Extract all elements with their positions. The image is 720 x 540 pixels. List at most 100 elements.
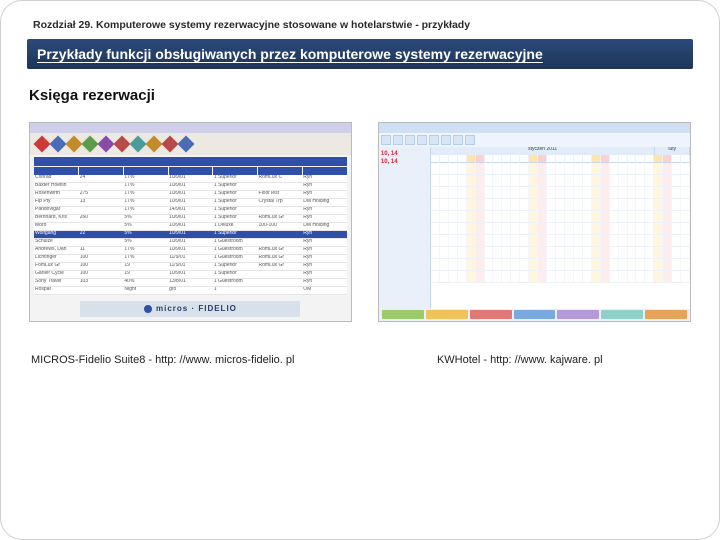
calendar-cell — [529, 271, 538, 282]
calendar-cell — [431, 187, 440, 198]
calendar-cell — [440, 235, 449, 246]
calendar-cell — [520, 271, 529, 282]
calendar-cell — [645, 259, 654, 270]
calendar-cell — [565, 163, 574, 174]
table-cell: 1 Guestroom — [213, 279, 258, 286]
calendar-cell — [547, 175, 556, 186]
calendar-cell — [592, 235, 601, 246]
calendar-row — [431, 199, 690, 211]
table-cell: 1 Superior — [213, 191, 258, 198]
kwhotel-window-titlebar — [379, 123, 690, 133]
calendar-cell — [583, 259, 592, 270]
calendar-row — [431, 175, 690, 187]
calendar-cell — [663, 235, 672, 246]
kwhotel-day-header — [431, 155, 690, 163]
calendar-cell — [663, 259, 672, 270]
calendar-cell — [449, 259, 458, 270]
table-cell: 1 Superior — [213, 215, 258, 222]
calendar-cell — [574, 211, 583, 222]
calendar-cell — [628, 223, 637, 234]
table-cell: 10/9/01 — [168, 239, 213, 246]
calendar-cell — [645, 247, 654, 258]
calendar-cell — [538, 163, 547, 174]
table-cell: 100-100 — [258, 223, 303, 230]
kwhotel-month-header: styczeń 2011 luty — [431, 147, 690, 155]
calendar-cell — [467, 235, 476, 246]
calendar-cell — [663, 223, 672, 234]
table-cell: DM Holding — [302, 199, 347, 206]
table-cell: 19 — [123, 271, 168, 278]
table-cell: 260 — [79, 215, 124, 222]
day-header-cell — [449, 155, 458, 163]
calendar-cell — [529, 259, 538, 270]
calendar-cell — [556, 247, 565, 258]
calendar-cell — [663, 163, 672, 174]
table-cell: gro — [168, 287, 213, 294]
calendar-cell — [610, 223, 619, 234]
table-row: Andrews, Dan1117%10/9/011 GuestroomRomLu… — [34, 247, 347, 255]
day-header-cell — [538, 155, 547, 163]
fidelio-logo-bar: micros · FIDELIO — [80, 301, 300, 317]
calendar-cell — [556, 211, 565, 222]
gem-icon — [178, 136, 195, 153]
calendar-cell — [592, 259, 601, 270]
table-cell: 1 Superior — [213, 183, 258, 190]
day-header-cell — [458, 155, 467, 163]
day-header-cell — [511, 155, 520, 163]
calendar-cell — [628, 259, 637, 270]
calendar-cell — [493, 187, 502, 198]
calendar-cell — [476, 223, 485, 234]
table-cell — [79, 223, 124, 230]
calendar-cell — [485, 247, 494, 258]
calendar-cell — [431, 223, 440, 234]
calendar-cell — [619, 247, 628, 258]
calendar-cell — [511, 259, 520, 270]
calendar-cell — [610, 175, 619, 186]
table-cell: Ryn — [302, 207, 347, 214]
calendar-cell — [645, 187, 654, 198]
table-cell: 5% — [123, 231, 168, 238]
table-cell: Rospar — [34, 287, 79, 294]
calendar-cell — [520, 235, 529, 246]
toolbar-button — [441, 135, 451, 145]
calendar-cell — [654, 223, 663, 234]
calendar-cell — [654, 175, 663, 186]
calendar-cell — [592, 175, 601, 186]
calendar-cell — [493, 247, 502, 258]
calendar-cell — [458, 259, 467, 270]
calendar-cell — [511, 223, 520, 234]
table-cell: 1 Superior — [213, 175, 258, 182]
calendar-cell — [520, 247, 529, 258]
calendar-cell — [485, 235, 494, 246]
calendar-cell — [520, 259, 529, 270]
calendar-cell — [610, 235, 619, 246]
calendar-cell — [467, 163, 476, 174]
calendar-cell — [663, 199, 672, 210]
calendar-row — [431, 163, 690, 175]
calendar-cell — [449, 187, 458, 198]
calendar-cell — [672, 175, 681, 186]
calendar-cell — [449, 175, 458, 186]
calendar-row — [431, 211, 690, 223]
calendar-cell — [431, 199, 440, 210]
calendar-cell — [654, 199, 663, 210]
day-header-cell — [440, 155, 449, 163]
calendar-cell — [458, 235, 467, 246]
calendar-cell — [583, 187, 592, 198]
calendar-cell — [431, 271, 440, 282]
table-cell — [258, 239, 303, 246]
calendar-cell — [440, 247, 449, 258]
calendar-cell — [636, 271, 645, 282]
table-cell: 1 Deluxe — [213, 223, 258, 230]
caption-row: MICROS-Fidelio Suite8 - http: //www. mic… — [27, 354, 693, 366]
calendar-cell — [583, 211, 592, 222]
calendar-cell — [628, 235, 637, 246]
calendar-cell — [592, 199, 601, 210]
calendar-cell — [520, 211, 529, 222]
calendar-cell — [493, 235, 502, 246]
calendar-cell — [431, 247, 440, 258]
table-cell: Sony Travel — [34, 279, 79, 286]
calendar-cell — [645, 199, 654, 210]
calendar-cell — [574, 271, 583, 282]
table-cell — [258, 287, 303, 294]
